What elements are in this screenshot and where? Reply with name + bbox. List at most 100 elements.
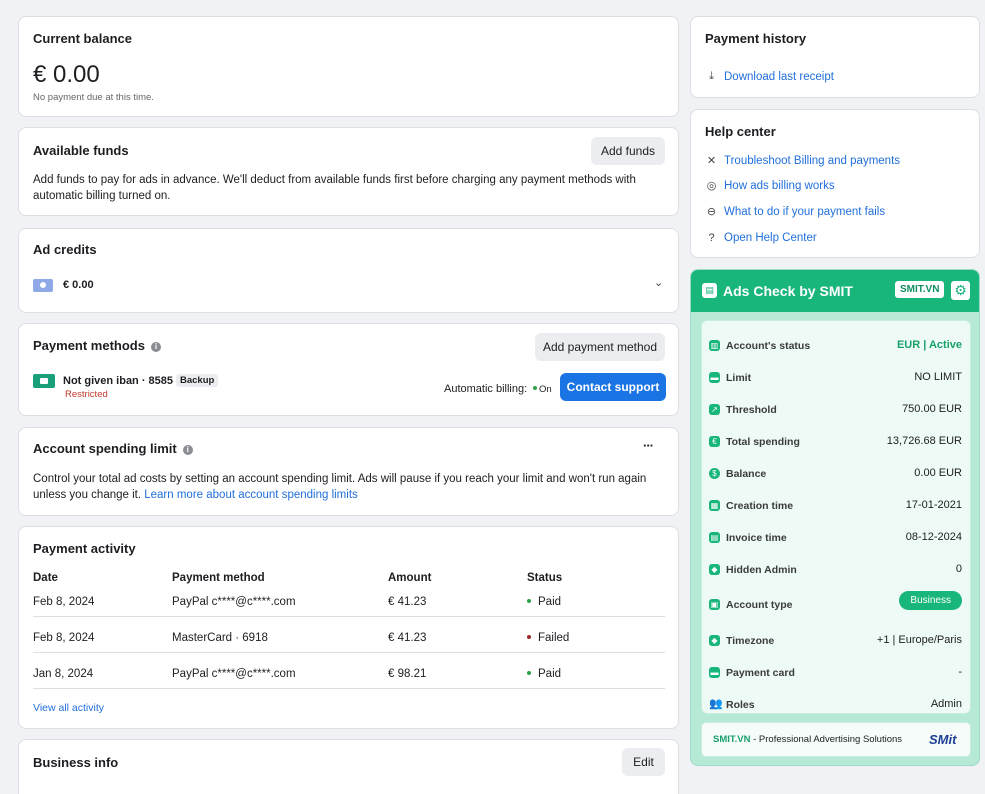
- smit-row-hidden-admin: ◆ Hidden Admin 0: [702, 561, 972, 581]
- help-center-card: Help center ✕ Troubleshoot Billing and pa…: [690, 109, 980, 258]
- download-icon: ⤓: [709, 70, 714, 82]
- row-divider: [33, 652, 665, 653]
- smit-footer-text: SMIT.VN - Professional Advertising Solut…: [713, 734, 903, 745]
- row-divider: [33, 616, 665, 617]
- smit-row-limit: ▬ Limit NO LIMIT: [709, 371, 962, 384]
- smit-title: Ads Check by SMIT: [723, 283, 853, 299]
- help-link-open-help-center[interactable]: ? Open Help Center: [705, 231, 816, 244]
- shield-icon: ◆: [709, 635, 720, 646]
- available-funds-card: Available funds Add funds Add funds to p…: [18, 127, 679, 216]
- payment-history-title: Payment history: [705, 31, 807, 46]
- row-method: MasterCard · 6918: [172, 632, 268, 644]
- contact-support-button[interactable]: Contact support: [560, 373, 666, 401]
- business-info-card: Business info Edit: [18, 739, 679, 794]
- row-date: Jan 8, 2024: [33, 668, 94, 680]
- ad-credits-card: Ad credits € 0.00 ⌄: [18, 228, 679, 313]
- bank-icon: [33, 374, 55, 388]
- automatic-billing-label: Automatic billing:: [444, 383, 528, 395]
- funds-desc-line2: automatic billing turned on.: [33, 190, 171, 202]
- smit-header: ▤ Ads Check by SMIT SMIT.VN ⚙: [691, 270, 979, 312]
- account-spending-limit-card: Account spending limit i ··· Control your…: [18, 427, 679, 516]
- col-amount: Amount: [388, 572, 432, 584]
- funds-desc-line1: Add funds to pay for ads in advance. We'…: [33, 174, 636, 186]
- shield-icon: ◆: [709, 564, 720, 575]
- trend-icon: ↗: [709, 404, 720, 415]
- spending-desc-line2: unless you change it. Learn more about a…: [33, 489, 358, 501]
- view-all-activity-link[interactable]: View all activity: [33, 702, 104, 714]
- payment-activity-title: Payment activity: [33, 541, 136, 556]
- ad-credits-title: Ad credits: [33, 242, 97, 257]
- row-method: PayPal c****@c****.com: [172, 668, 296, 680]
- bag-icon: ◎: [706, 180, 717, 192]
- business-badge: Business: [899, 591, 962, 610]
- smit-logo-icon: ▤: [702, 283, 717, 298]
- help-link-troubleshoot[interactable]: ✕ Troubleshoot Billing and payments: [705, 154, 900, 168]
- smit-row-status: ▥ Account's status EUR | Active: [709, 339, 962, 352]
- row-status: Failed: [527, 632, 569, 644]
- available-funds-title: Available funds: [33, 143, 129, 158]
- current-balance-title: Current balance: [33, 31, 132, 46]
- smit-row-balance: $ Balance 0.00 EUR: [702, 465, 972, 485]
- smit-row-roles: 👥 Roles Admin: [709, 698, 962, 711]
- smit-row-threshold: ↗ Threshold 750.00 EUR: [702, 401, 972, 421]
- smit-row-creation-time: ▦ Creation time 17-01-2021: [709, 499, 962, 512]
- wallet-icon: €: [709, 436, 720, 447]
- restricted-status: Restricted: [65, 389, 108, 400]
- minus-circle-icon: ⊖: [706, 206, 717, 218]
- spending-limit-link[interactable]: Learn more about account spending limits: [144, 489, 358, 501]
- gear-icon[interactable]: ⚙: [951, 281, 970, 300]
- balance-amount: € 0.00: [33, 61, 100, 88]
- dollar-icon: $: [709, 468, 720, 479]
- chevron-down-icon[interactable]: ⌄: [654, 276, 663, 289]
- smit-row-payment-card: ▬ Payment card -: [709, 666, 962, 679]
- row-method: PayPal c****@c****.com: [172, 596, 296, 608]
- add-payment-method-button[interactable]: Add payment method: [535, 333, 665, 361]
- help-link-payment-fails[interactable]: ⊖ What to do if your payment fails: [705, 205, 885, 219]
- invoice-icon: ▤: [709, 532, 720, 543]
- calendar-icon: ▦: [709, 500, 720, 511]
- edit-button[interactable]: Edit: [622, 748, 665, 776]
- current-balance-card: Current balance € 0.00 No payment due at…: [18, 16, 679, 117]
- smit-vn-badge[interactable]: SMIT.VN: [895, 281, 945, 298]
- row-amount: € 98.21: [388, 668, 427, 680]
- col-status: Status: [527, 572, 563, 584]
- balance-note: No payment due at this time.: [33, 92, 154, 103]
- automatic-billing-status: On: [533, 384, 552, 395]
- users-icon: 👥: [709, 698, 723, 710]
- smit-row-invoice-time: ▤ Invoice time 08-12-2024: [709, 531, 962, 544]
- smit-row-account-type: ▣ Account type Business: [702, 591, 972, 616]
- smit-footer-logo: SMit: [929, 732, 957, 747]
- payment-history-card: Payment history ⤓ Download last receipt: [690, 16, 980, 98]
- spending-desc-line1: Control your total ad costs by setting a…: [33, 473, 647, 485]
- info-icon[interactable]: i: [150, 342, 161, 352]
- col-payment-method: Payment method: [172, 572, 265, 584]
- download-receipt-link[interactable]: ⤓ Download last receipt: [705, 70, 834, 83]
- spending-limit-title: Account spending limit i: [33, 441, 193, 456]
- add-funds-button[interactable]: Add funds: [591, 137, 665, 165]
- help-link-billing-works[interactable]: ◎ How ads billing works: [705, 179, 835, 193]
- business-info-title: Business info: [33, 755, 119, 770]
- smit-row-total-spending: € Total spending 13,726.68 EUR: [702, 433, 972, 453]
- row-date: Feb 8, 2024: [33, 596, 95, 608]
- ad-credits-amount: € 0.00: [63, 279, 94, 291]
- credit-card-icon: ▬: [709, 667, 720, 678]
- payment-method-name: Not given iban · 8585: [63, 375, 174, 387]
- payment-methods-title: Payment methods i: [33, 338, 161, 353]
- smit-row-timezone: ◆ Timezone +1 | Europe/Paris: [702, 632, 972, 652]
- info-icon[interactable]: i: [182, 445, 193, 455]
- more-options-icon[interactable]: ···: [643, 438, 654, 453]
- row-status: Paid: [527, 596, 561, 608]
- row-amount: € 41.23: [388, 632, 427, 644]
- id-card-icon: ▣: [709, 599, 720, 610]
- row-divider: [33, 688, 665, 689]
- smit-footer: SMIT.VN - Professional Advertising Solut…: [701, 722, 971, 757]
- payment-activity-card: Payment activity Date Payment method Amo…: [18, 526, 679, 729]
- credit-icon: [33, 279, 53, 292]
- row-date: Feb 8, 2024: [33, 632, 95, 644]
- payment-methods-card: Payment methods i Add payment method Not …: [18, 323, 679, 416]
- question-icon: ?: [708, 231, 715, 244]
- row-amount: € 41.23: [388, 596, 427, 608]
- help-center-title: Help center: [705, 124, 776, 139]
- wrench-icon: ✕: [706, 155, 717, 167]
- row-status: Paid: [527, 668, 561, 680]
